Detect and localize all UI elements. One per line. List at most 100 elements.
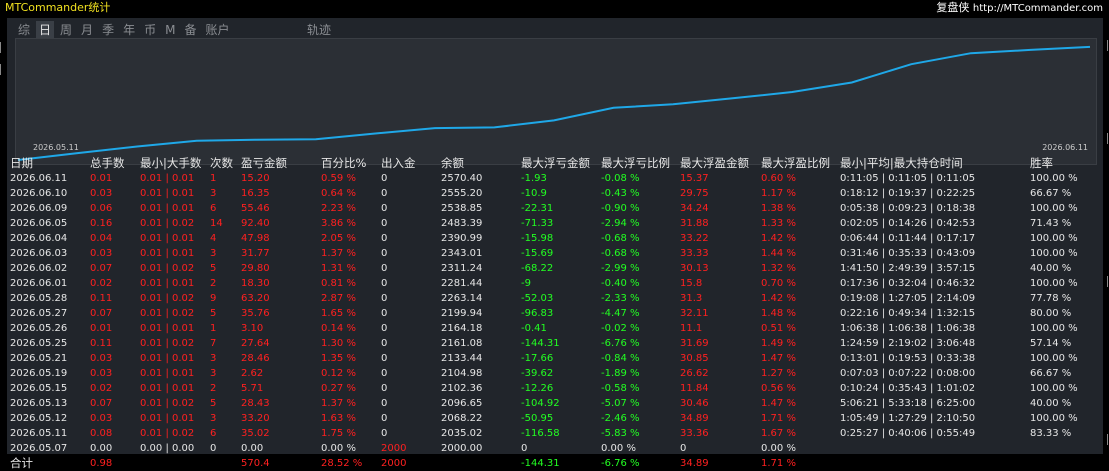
table-cell: 2026.06.11 — [10, 173, 68, 184]
table-cell: 2311.24 — [441, 263, 483, 274]
table-cell: 28.43 — [241, 398, 270, 409]
table-cell: 32.11 — [680, 308, 709, 319]
table-row[interactable]: 2026.06.09 0.06 0.01 | 0.01 6 55.46 2.23 % 0 25… — [7, 201, 1103, 216]
table-cell: 1.65 % — [321, 308, 356, 319]
table-cell: 30.85 — [680, 353, 709, 364]
table-cell: 29.80 — [241, 263, 270, 274]
table-row[interactable]: 2026.05.11 0.08 0.01 | 0.02 6 35.02 1.75 % 0 20… — [7, 426, 1103, 441]
table-cell: 0.01 | 0.02 — [140, 428, 195, 439]
table-cell: 2161.08 — [441, 338, 483, 349]
table-cell: 0.01 | 0.01 — [140, 323, 195, 334]
table-cell: 0:07:03 | 0:07:22 | 0:08:00 — [840, 368, 976, 379]
table-cell: 31.77 — [241, 248, 270, 259]
brand[interactable]: 复盘侠 http://MTCommander.com — [936, 0, 1103, 16]
equity-line — [17, 45, 1091, 161]
tab-8[interactable]: 备 — [181, 21, 199, 39]
table-row[interactable]: 2026.05.13 0.07 0.01 | 0.02 5 28.43 1.37 % 0 20… — [7, 396, 1103, 411]
table-cell: 1.63 % — [321, 413, 356, 424]
x-axis-end-label: 2026.06.11 — [1042, 143, 1088, 152]
tab-0[interactable]: 综 — [15, 21, 33, 39]
table-cell: 0:31:46 | 0:35:33 | 0:43:09 — [840, 248, 976, 259]
table-row[interactable]: 2026.06.11 0.01 0.01 | 0.01 1 15.20 0.59 % 0 25… — [7, 171, 1103, 186]
table-cell: 1.37 % — [321, 248, 356, 259]
table-cell: 2026.06.03 — [10, 248, 68, 259]
table-cell: 1.47 % — [761, 353, 796, 364]
table-cell: 1.42 % — [761, 233, 796, 244]
table-cell: 0 — [381, 293, 388, 304]
table-cell: 2026.06.02 — [10, 263, 68, 274]
table-cell: 1.38 % — [761, 203, 796, 214]
table-cell: 0 — [381, 353, 388, 364]
table-cell: -2.33 % — [601, 293, 640, 304]
table-row[interactable]: 2026.05.27 0.07 0.01 | 0.02 5 35.76 1.65 % 0 21… — [7, 306, 1103, 321]
table-cell: 2026.06.01 — [10, 278, 68, 289]
table-cell: 1.67 % — [761, 428, 796, 439]
table-row[interactable]: 2026.05.28 0.11 0.01 | 0.02 9 63.20 2.87 % 0 22… — [7, 291, 1103, 306]
table-cell: 35.76 — [241, 308, 270, 319]
table-cell: 2 — [210, 278, 217, 289]
column-header[interactable]: 最大浮盈金额 — [680, 156, 749, 171]
column-header[interactable]: 百分比% — [321, 156, 366, 171]
table-cell: 0 — [381, 203, 388, 214]
total-label: 合计 — [10, 456, 33, 470]
table-cell: 100.00 % — [1030, 413, 1078, 424]
table-row[interactable]: 2026.06.05 0.16 0.01 | 0.02 14 92.40 3.86 % 0 2… — [7, 216, 1103, 231]
column-header[interactable]: 总手数 — [90, 156, 125, 171]
column-header[interactable]: 最大浮盈比例 — [761, 156, 830, 171]
table-cell: 1.33 % — [761, 218, 796, 229]
table-cell: 1.17 % — [761, 188, 796, 199]
trail-label[interactable]: 轨迹 — [307, 21, 331, 39]
column-header[interactable]: 最大浮亏金额 — [521, 156, 590, 171]
tab-4[interactable]: 季 — [99, 21, 117, 39]
table-cell: -0.43 % — [601, 188, 640, 199]
tab-7[interactable]: M — [162, 21, 178, 39]
table-row[interactable]: 2026.05.19 0.03 0.01 | 0.01 3 2.62 0.12 % 0 210… — [7, 366, 1103, 381]
table-cell: 3.86 % — [321, 218, 356, 229]
tab-1[interactable]: 日 — [36, 21, 55, 39]
column-header[interactable]: 次数 — [210, 156, 233, 171]
table-row[interactable]: 2026.05.12 0.03 0.01 | 0.01 3 33.20 1.63 % 0 20… — [7, 411, 1103, 426]
table-cell: 0:10:24 | 0:35:43 | 1:01:02 — [840, 383, 976, 394]
tab-2[interactable]: 周 — [57, 21, 75, 39]
table-cell: 0.01 | 0.02 — [140, 218, 195, 229]
table-cell: 1.48 % — [761, 308, 796, 319]
table-row[interactable]: 2026.06.10 0.03 0.01 | 0.01 3 16.35 0.64 % 0 25… — [7, 186, 1103, 201]
tab-3[interactable]: 月 — [78, 21, 96, 39]
column-header[interactable]: 最大浮亏比例 — [601, 156, 670, 171]
table-cell: 0.01 | 0.02 — [140, 293, 195, 304]
table-cell: 2.05 % — [321, 233, 356, 244]
column-header[interactable]: 出入金 — [381, 156, 416, 171]
table-cell: -116.58 — [521, 428, 560, 439]
table-cell: 3 — [210, 368, 217, 379]
stats-panel: 综日周月季年币 M 备账户 轨迹 2026.05.11 2026.06.11 日期 总… — [7, 18, 1103, 471]
table-row[interactable]: 2026.06.04 0.04 0.01 | 0.01 4 47.98 2.05 % 0 23… — [7, 231, 1103, 246]
table-cell: 2133.44 — [441, 353, 483, 364]
table-cell: 100.00 % — [1030, 323, 1078, 334]
column-header[interactable]: 最小|平均|最大持仓时间 — [840, 156, 963, 171]
table-cell: -0.68 % — [601, 248, 640, 259]
column-header[interactable]: 日期 — [10, 156, 33, 171]
table-cell: 2096.65 — [441, 398, 483, 409]
table-row[interactable]: 2026.05.21 0.03 0.01 | 0.01 3 28.46 1.35 % 0 21… — [7, 351, 1103, 366]
table-row[interactable]: 2026.06.03 0.03 0.01 | 0.01 3 31.77 1.37 % 0 23… — [7, 246, 1103, 261]
column-header[interactable]: 最小|大手数 — [140, 156, 201, 171]
table-cell: 0 — [381, 383, 388, 394]
tab-5[interactable]: 年 — [120, 21, 138, 39]
table-row[interactable]: 2026.05.15 0.02 0.01 | 0.01 2 5.71 0.27 % 0 210… — [7, 381, 1103, 396]
table-row[interactable]: 2026.06.01 0.02 0.01 | 0.01 2 18.30 0.81 % 0 22… — [7, 276, 1103, 291]
table-row[interactable]: 2026.05.25 0.11 0.01 | 0.02 7 27.64 1.30 % 0 21… — [7, 336, 1103, 351]
table-cell: 0.01 | 0.02 — [140, 338, 195, 349]
table-cell: 16.35 — [241, 188, 270, 199]
tab-6[interactable]: 币 — [141, 21, 159, 39]
table-cell: 47.98 — [241, 233, 270, 244]
table-row[interactable]: 2026.06.02 0.07 0.01 | 0.02 5 29.80 1.31 % 0 23… — [7, 261, 1103, 276]
column-header[interactable]: 盈亏金额 — [241, 156, 287, 171]
brand-url[interactable]: http://MTCommander.com — [973, 3, 1103, 14]
column-header[interactable]: 胜率 — [1030, 156, 1053, 171]
tab-9[interactable]: 账户 — [202, 21, 232, 39]
table-row[interactable]: 2026.05.26 0.01 0.01 | 0.01 1 3.10 0.14 % 0 216… — [7, 321, 1103, 336]
table-cell: 2035.02 — [441, 428, 483, 439]
table-cell: 1.49 % — [761, 338, 796, 349]
column-header[interactable]: 余额 — [441, 156, 464, 171]
table-cell: -0.40 % — [601, 278, 640, 289]
